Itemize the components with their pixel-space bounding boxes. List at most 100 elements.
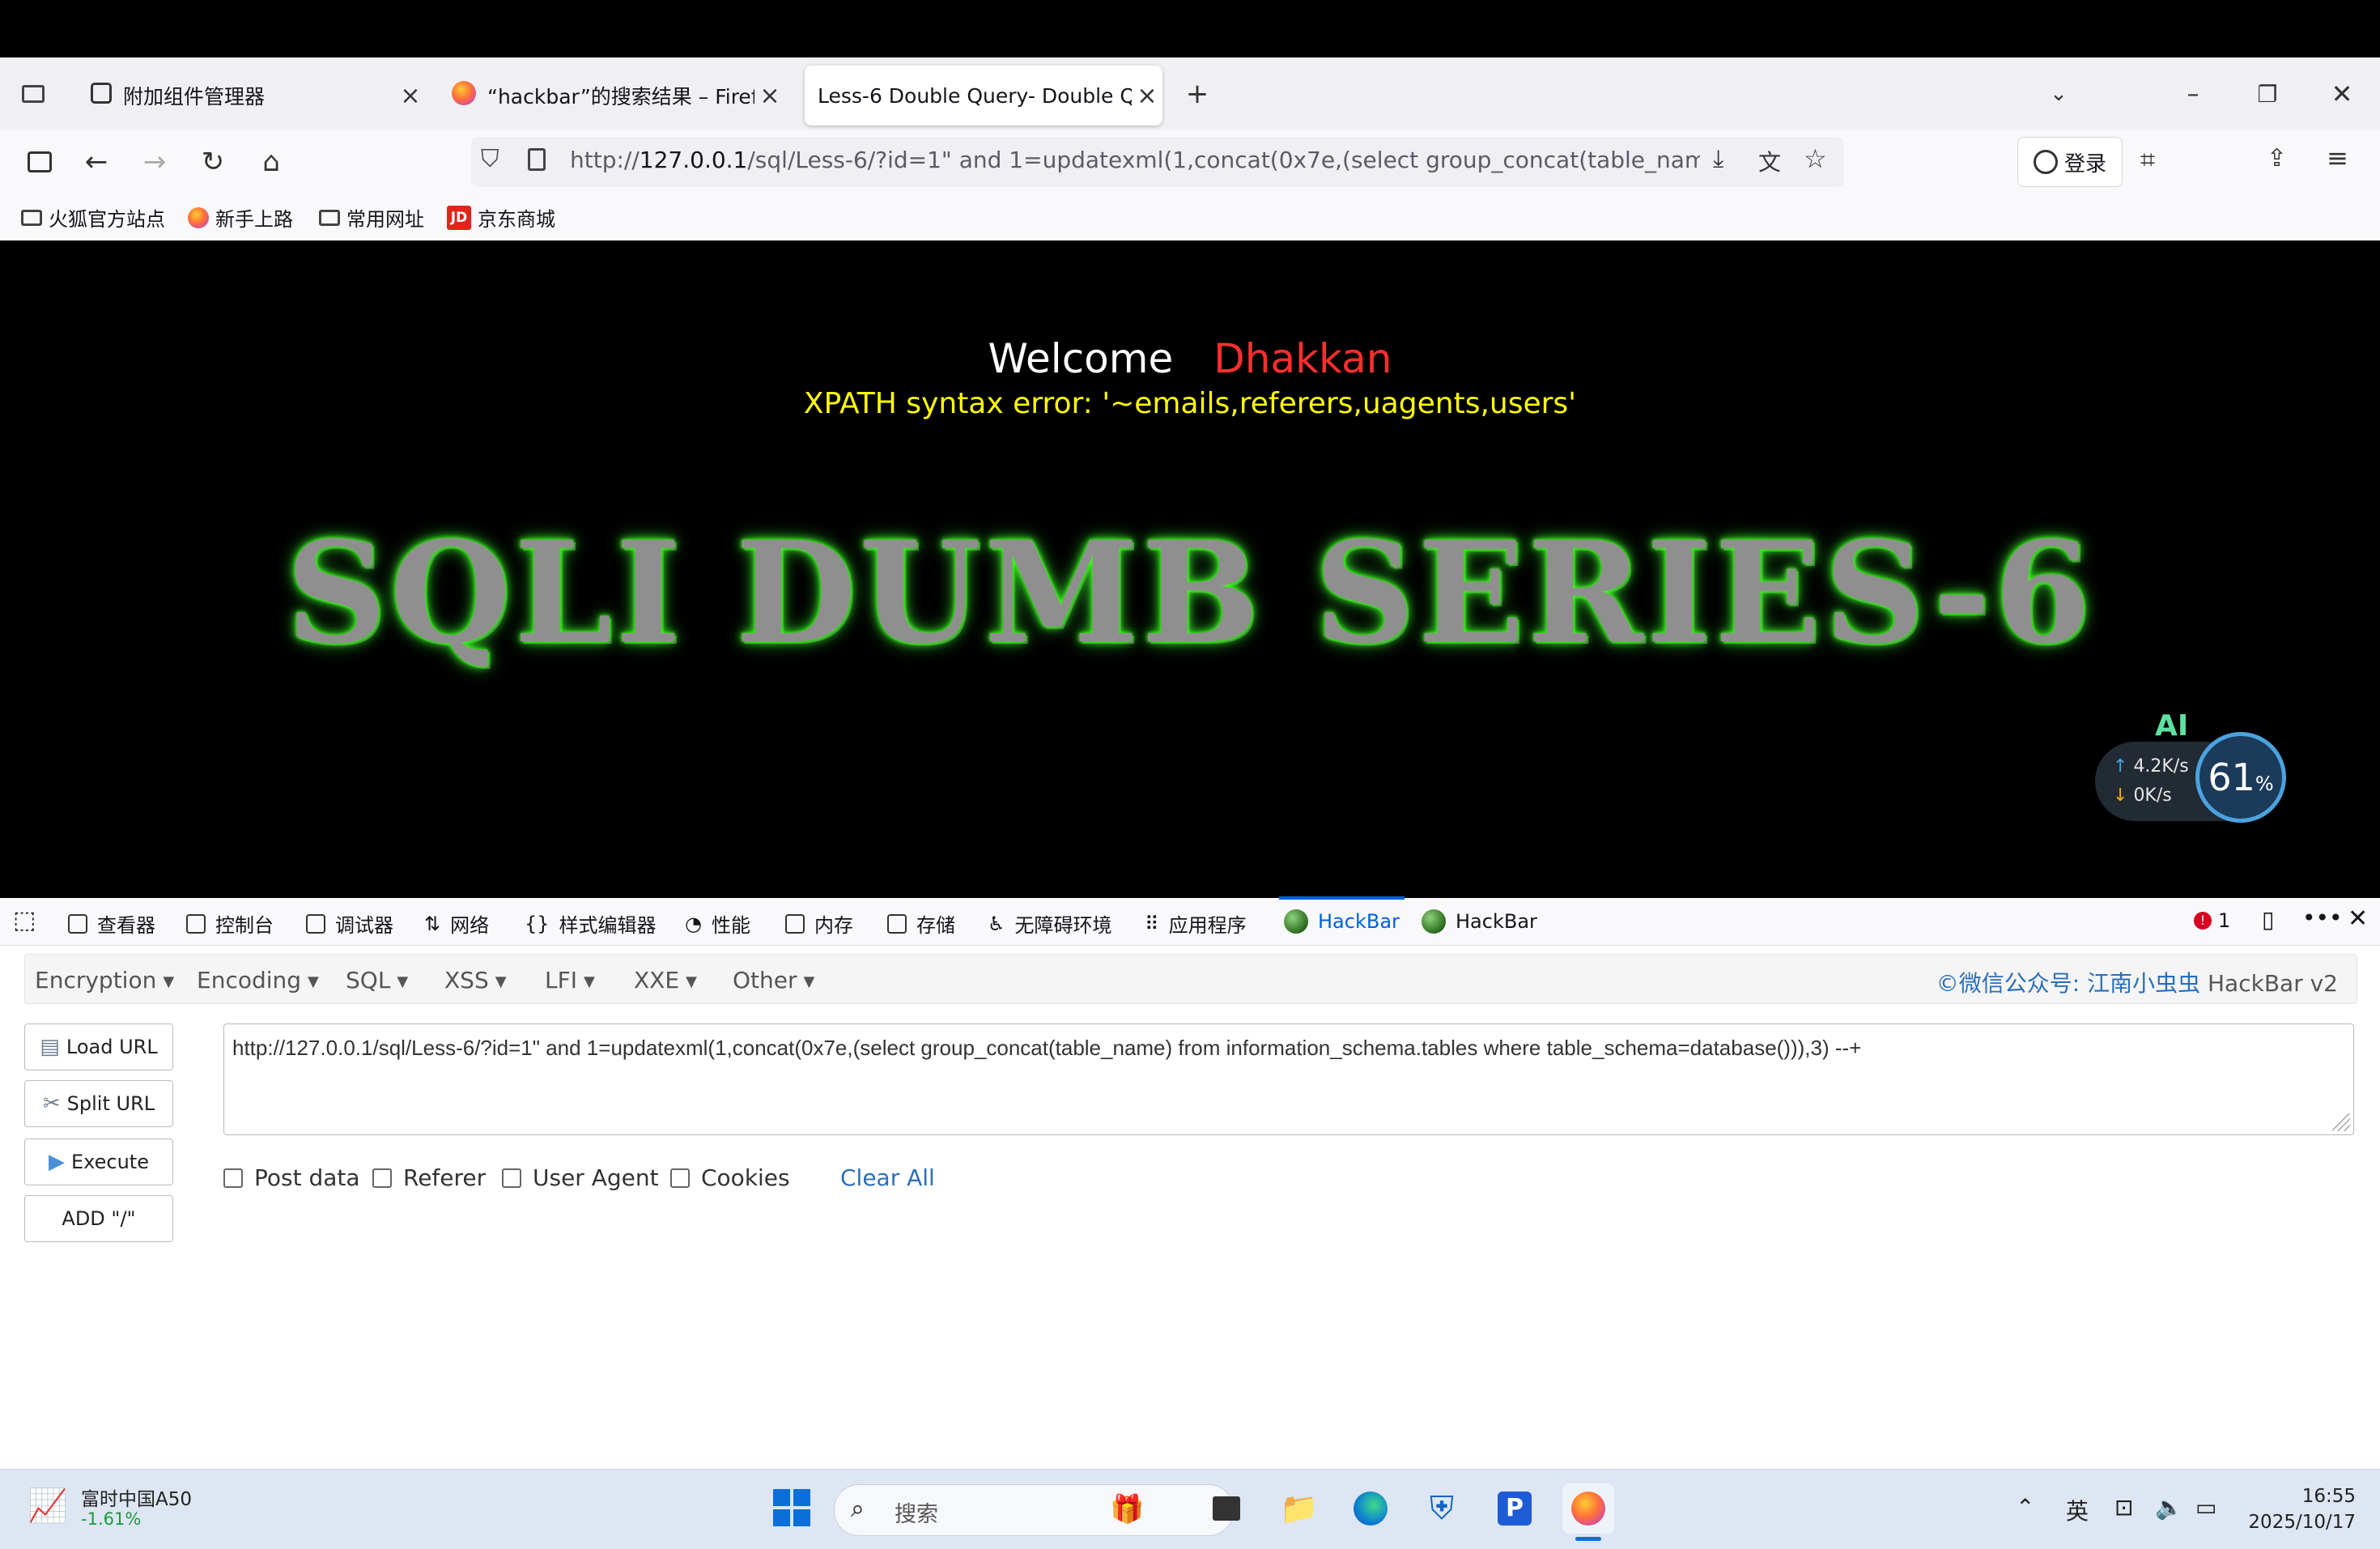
stock-name[interactable]: 富时中国A50 (81, 1483, 192, 1511)
more-options-icon[interactable]: ••• (2302, 904, 2343, 931)
tab-console[interactable]: 控制台 (186, 909, 274, 938)
load-url-button[interactable]: ▤ Load URL (24, 1023, 173, 1070)
tab-network[interactable]: ⇅ 网络 (424, 909, 489, 938)
grid-icon: ⠿ (1145, 912, 1159, 935)
execute-button[interactable]: ▶ Execute (24, 1138, 173, 1185)
element-picker-icon[interactable]: ⬚ (13, 906, 36, 934)
post-data-checkbox[interactable]: Post data (223, 1164, 360, 1191)
menu-encryption[interactable]: Encryption ▼ (35, 967, 174, 994)
close-devtools-icon[interactable]: ✕ (2348, 904, 2368, 933)
reload-icon[interactable]: ↻ (193, 142, 233, 182)
clear-all-link[interactable]: Clear All (840, 1164, 935, 1191)
sidebar-icon[interactable] (19, 142, 60, 182)
credit-text[interactable]: ©微信公众号: 江南小虫虫 (1936, 970, 2200, 997)
task-view-icon[interactable] (1206, 1488, 1247, 1529)
dock-icon[interactable]: ▯ (2262, 906, 2274, 933)
tab-label: HackBar (1456, 910, 1537, 933)
ai-label: AI (2155, 709, 2189, 743)
jd-icon: JD (447, 205, 471, 230)
menu-icon[interactable]: ≡ (2327, 143, 2348, 173)
firefox-taskbar-icon[interactable] (1562, 1483, 1614, 1534)
split-url-button[interactable]: ✂ Split URL (24, 1080, 173, 1127)
tab-hackbar-2[interactable]: HackBar (1422, 909, 1537, 934)
url-bar[interactable]: ⛉ http://127.0.0.1/sql/Less-6/?id=1" and… (471, 137, 1844, 187)
close-tab-icon[interactable]: × (754, 82, 785, 110)
url-text[interactable]: http://127.0.0.1/sql/Less-6/?id=1" and 1… (570, 147, 1700, 173)
tab-title: 附加组件管理器 (123, 85, 266, 109)
close-tab-icon[interactable]: × (395, 82, 426, 110)
tab-hackbar-search[interactable]: “hackbar”的搜索结果 – Firefox × (440, 66, 785, 126)
download-page-icon[interactable]: ⤓ (1713, 145, 1723, 173)
stock-chart-icon[interactable]: 📈 (28, 1487, 68, 1525)
home-icon[interactable]: ⌂ (251, 142, 291, 182)
close-window-icon[interactable]: ✕ (2322, 74, 2362, 114)
tab-inspector[interactable]: 查看器 (68, 909, 155, 938)
cookies-checkbox[interactable]: Cookies (670, 1164, 790, 1191)
network-icon[interactable]: ⊡ (2114, 1494, 2133, 1521)
menu-sql[interactable]: SQL ▼ (346, 967, 408, 994)
bookmark-common-sites[interactable]: 常用网址 (319, 203, 424, 232)
memory-gauge[interactable]: 61% (2195, 732, 2286, 823)
back-icon[interactable]: ← (76, 142, 117, 182)
start-icon[interactable] (771, 1487, 813, 1529)
close-tab-icon[interactable]: × (1132, 82, 1162, 110)
bookmark-getting-started[interactable]: 新手上路 (188, 203, 293, 232)
bookmark-star-icon[interactable]: ☆ (1804, 143, 1827, 174)
tab-storage[interactable]: 存储 (887, 909, 955, 938)
welcome-line: Welcome Dhakkan (0, 335, 2380, 382)
minimize-icon[interactable]: – (2173, 74, 2213, 114)
hackbar-url-textarea[interactable]: http://127.0.0.1/sql/Less-6/?id=1" and 1… (223, 1023, 2354, 1135)
list-all-tabs-icon[interactable]: ⌄ (2038, 74, 2079, 114)
checkbox-box[interactable] (670, 1168, 690, 1188)
translate-icon[interactable]: 文 (1758, 145, 1781, 177)
restore-icon[interactable]: ❐ (2247, 74, 2288, 114)
bookmark-firefox-site[interactable]: 火狐官方站点 (21, 203, 165, 232)
resize-grip-icon[interactable] (2332, 1113, 2350, 1131)
tab-addons-manager[interactable]: 附加组件管理器 × (76, 66, 426, 126)
referer-checkbox[interactable]: Referer (372, 1164, 486, 1191)
tab-accessibility[interactable]: ♿ 无障碍环境 (988, 909, 1112, 938)
active-app-indicator (1575, 1537, 1601, 1541)
show-hidden-icons-icon[interactable]: ⌃ (2016, 1494, 2034, 1521)
battery-icon[interactable]: ▭ (2195, 1494, 2216, 1521)
hackbar-icon (1422, 909, 1446, 934)
menu-other[interactable]: Other ▼ (733, 967, 814, 994)
tab-label: 调试器 (335, 914, 393, 937)
checkbox-box[interactable] (223, 1168, 243, 1188)
menu-xss[interactable]: XSS ▼ (444, 967, 507, 994)
search-placeholder: 搜索 (895, 1502, 938, 1527)
checkbox-box[interactable] (372, 1168, 392, 1188)
account-button[interactable]: 登录 (2017, 137, 2123, 187)
tab-performance[interactable]: ◔ 性能 (685, 909, 750, 938)
crop-screenshot-icon[interactable]: ⌗ (2140, 144, 2155, 176)
menu-encoding[interactable]: Encoding ▼ (197, 967, 319, 994)
new-tab-icon[interactable]: + (1177, 74, 1218, 114)
error-counter[interactable]: ! 1 (2194, 909, 2230, 932)
edge-icon[interactable] (1350, 1488, 1391, 1529)
bookmark-jd[interactable]: JD 京东商城 (447, 203, 555, 232)
user-agent-checkbox[interactable]: User Agent (502, 1164, 659, 1191)
system-clock[interactable]: 16:55 2025/10/17 (2242, 1483, 2356, 1535)
ime-indicator[interactable]: 英 (2066, 1494, 2089, 1526)
checkbox-box[interactable] (502, 1168, 521, 1188)
menu-xxe[interactable]: XXE ▼ (634, 967, 697, 994)
security-shield-icon[interactable]: ⛨ (1422, 1488, 1462, 1529)
tab-list-icon[interactable] (13, 74, 53, 114)
add-slash-button[interactable]: ADD "/" (24, 1195, 173, 1242)
file-explorer-icon[interactable]: 📁 (1279, 1488, 1320, 1529)
tab-application[interactable]: ⠿ 应用程序 (1145, 909, 1247, 938)
menu-lfi[interactable]: LFI ▼ (545, 967, 595, 994)
p-app-icon[interactable]: P (1494, 1488, 1535, 1529)
tab-debugger[interactable]: 调试器 (306, 909, 393, 938)
taskbar-search-box[interactable]: ⌕ 搜索 🎁 (834, 1484, 1234, 1536)
volume-icon[interactable]: 🔈 (2155, 1494, 2183, 1521)
extensions-icon[interactable]: ⇪ (2267, 144, 2287, 172)
forward-icon[interactable]: → (134, 142, 175, 182)
tab-less-6[interactable]: Less-6 Double Query- Double Qu × (805, 66, 1162, 126)
shield-icon[interactable]: ⛉ (481, 145, 499, 173)
tab-memory[interactable]: 内存 (785, 909, 853, 938)
scissors-icon: ✂ (42, 1092, 61, 1116)
tab-hackbar-1[interactable]: HackBar (1279, 896, 1405, 934)
tab-style-editor[interactable]: {} 样式编辑器 (525, 909, 657, 938)
button-label: Load URL (66, 1036, 158, 1058)
